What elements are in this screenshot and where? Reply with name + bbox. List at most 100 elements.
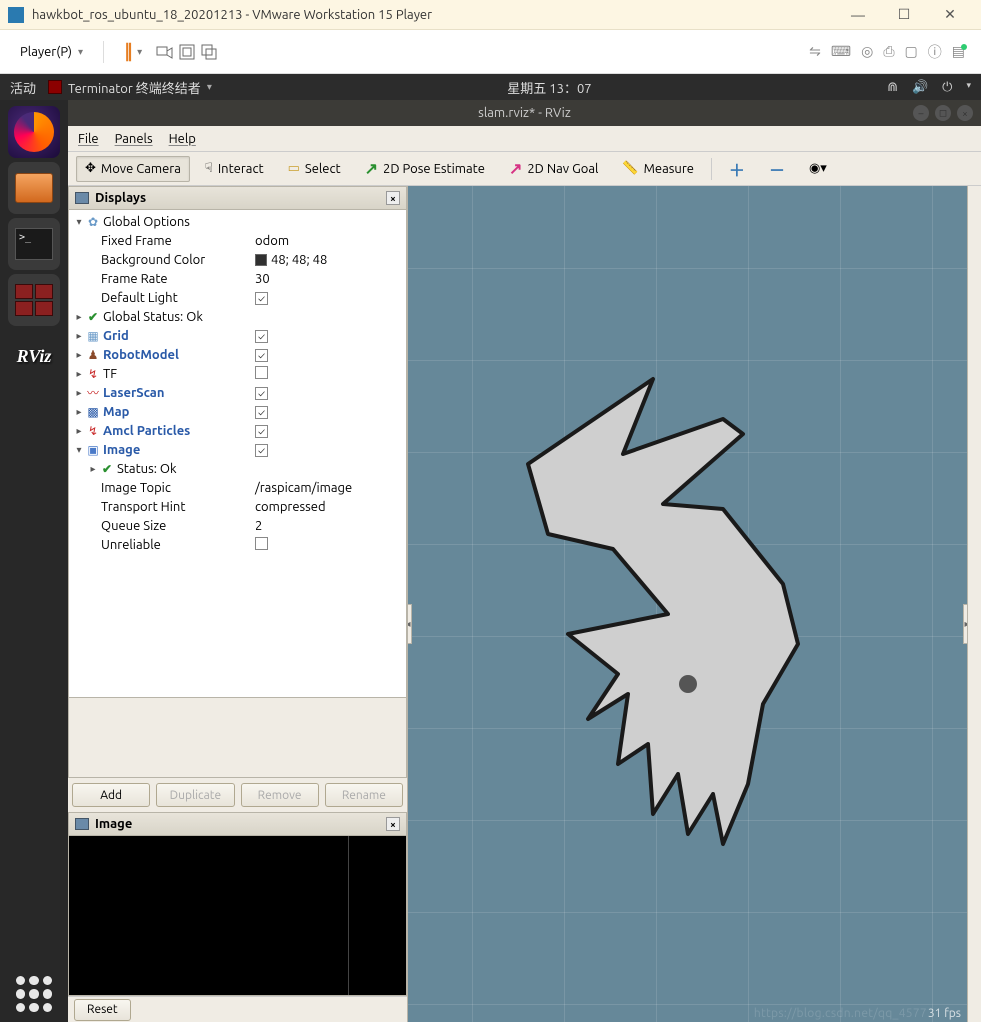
tree-global-options[interactable]: ▾✿Global Options [69,212,406,231]
menu-file[interactable]: File [78,132,99,146]
player-menu-button[interactable]: Player(P) ▾ [10,41,93,63]
tree-robot-model[interactable]: ▸♟RobotModel✓ [69,345,406,364]
tree-bg-color[interactable]: Background Color48; 48; 48 [69,250,406,269]
vmware-toolbar: Player(P) ▾ ∥▾ ⇋ ⌨ ◎ ⎙ ▢ ⓘ ▤ [0,30,981,74]
display-description [68,698,407,778]
dock-rviz[interactable]: RViz [8,330,60,382]
rename-button: Rename [325,783,403,807]
duplicate-button: Duplicate [156,783,234,807]
remove-button: Remove [241,783,319,807]
camera-icon[interactable]: ▢ [905,43,918,60]
reset-button[interactable]: Reset [74,999,131,1021]
add-button[interactable]: Add [72,783,150,807]
vmware-title: hawkbot_ros_ubuntu_18_20201213 - VMware … [32,8,835,22]
fps-counter: 31 fps [928,1007,961,1020]
close-button[interactable]: ✕ [927,0,973,30]
tree-unreliable[interactable]: Unreliable [69,535,406,554]
active-app-title[interactable]: Terminator 终端终结者 [68,78,201,97]
sound-icon[interactable]: ⓘ [928,42,942,62]
tree-image-topic[interactable]: Image Topic/raspicam/image [69,478,406,497]
tree-tf[interactable]: ▸↯TF [69,364,406,383]
menu-panels[interactable]: Panels [115,132,153,146]
wifi-icon[interactable]: ⋒ [887,80,898,95]
close-button[interactable]: × [957,105,973,121]
vmware-status-icons: ⇋ ⌨ ◎ ⎙ ▢ ⓘ ▤ [809,42,971,62]
displays-tree[interactable]: ▾✿Global Options Fixed Frameodom Backgro… [68,210,407,698]
vmware-titlebar: hawkbot_ros_ubuntu_18_20201213 - VMware … [0,0,981,30]
harddisk-icon[interactable]: ⌨ [831,43,851,60]
tool-add[interactable]: ＋ [720,156,754,182]
drive-icon[interactable]: ▤ [952,43,971,60]
tree-transport-hint[interactable]: Transport Hintcompressed [69,497,406,516]
suspend-button[interactable]: ∥▾ [114,37,152,66]
minimize-button[interactable]: – [913,105,929,121]
system-tray[interactable]: ⋒ 🔊 ⏻ ▾ [887,80,971,95]
displays-panel-header[interactable]: Displays × [68,186,407,210]
tree-image[interactable]: ▾▣Image✓ [69,440,406,459]
tree-global-status[interactable]: ▸✔Global Status: Ok [69,307,406,326]
watermark: https://blog.csdn.net/qq_4577 [754,1007,927,1020]
ubuntu-dock: >_ RViz [0,100,68,1022]
rviz-window: slam.rviz* - RViz – ◻ × File Panels Help… [68,100,981,1022]
dock-screenshot-tool[interactable] [8,274,60,326]
tree-grid[interactable]: ▸▦Grid✓ [69,326,406,345]
unity-icon[interactable] [200,43,218,61]
activities-button[interactable]: 活动 [10,78,36,97]
displays-icon [75,192,89,204]
separator [103,41,104,63]
tree-amcl-particles[interactable]: ▸↯Amcl Particles✓ [69,421,406,440]
rviz-menubar: File Panels Help [68,126,981,152]
tool-remove[interactable]: － [760,156,794,182]
dock-files[interactable] [8,162,60,214]
slam-map [488,324,888,884]
rviz-left-panel: Displays × ▾✿Global Options Fixed Frameo… [68,186,408,1022]
tree-image-status[interactable]: ▸✔Status: Ok [69,459,406,478]
tool-interact[interactable]: ☟Interact [196,156,273,182]
send-ctrl-alt-del-icon[interactable] [156,43,174,61]
vmware-icon [8,7,24,23]
image-icon [75,818,89,830]
maximize-button[interactable]: ☐ [881,0,927,30]
image-view [68,836,407,996]
cd-icon[interactable]: ◎ [861,43,873,60]
rviz-bottom-bar: Reset [68,996,407,1022]
rviz-toolbar: ✥Move Camera ☟Interact ▭Select ↗2D Pose … [68,152,981,186]
tree-map[interactable]: ▸▩Map✓ [69,402,406,421]
splitter-right[interactable]: ▸ [963,604,967,644]
ubuntu-topbar: 活动 Terminator 终端终结者 ▾ 星期五 13：07 ⋒ 🔊 ⏻ ▾ [0,74,981,100]
fullscreen-icon[interactable] [178,43,196,61]
tool-measure[interactable]: 📏Measure [613,156,703,182]
close-icon[interactable]: × [386,817,400,831]
close-icon[interactable]: × [386,191,400,205]
rviz-title: slam.rviz* - RViz [478,106,571,120]
usb-icon[interactable]: ⎙ [883,43,894,60]
splitter-left[interactable]: ◂ [408,604,412,644]
tool-move-camera[interactable]: ✥Move Camera [76,156,190,182]
dock-firefox[interactable] [8,106,60,158]
right-gutter [967,186,981,1022]
network-icon[interactable]: ⇋ [809,43,821,60]
minimize-button[interactable]: — [835,0,881,30]
volume-icon[interactable]: 🔊 [912,80,928,95]
rviz-3d-view[interactable]: ◂ ▸ https://blog.csdn.net/qq_4577 31 fps [408,186,967,1022]
tool-2d-nav-goal[interactable]: ↗2D Nav Goal [500,156,607,182]
terminator-icon [48,80,62,94]
tree-default-light[interactable]: Default Light✓ [69,288,406,307]
tree-laserscan[interactable]: ▸〰LaserScan✓ [69,383,406,402]
tool-select[interactable]: ▭Select [279,156,350,182]
dock-terminal[interactable]: >_ [8,218,60,270]
rviz-titlebar: slam.rviz* - RViz – ◻ × [68,100,981,126]
maximize-button[interactable]: ◻ [935,105,951,121]
tree-queue-size[interactable]: Queue Size2 [69,516,406,535]
tree-frame-rate[interactable]: Frame Rate30 [69,269,406,288]
power-icon[interactable]: ⏻ [942,80,952,95]
menu-help[interactable]: Help [169,132,196,146]
tool-2d-pose-estimate[interactable]: ↗2D Pose Estimate [356,156,494,182]
image-panel-header[interactable]: Image × [68,812,407,836]
chevron-down-icon[interactable]: ▾ [966,80,971,95]
display-buttons: Add Duplicate Remove Rename [68,778,407,812]
dock-show-apps[interactable] [16,976,52,1012]
tool-view[interactable]: ◉▾ [800,156,836,182]
clock[interactable]: 星期五 13：07 [212,78,887,97]
tree-fixed-frame[interactable]: Fixed Frameodom [69,231,406,250]
